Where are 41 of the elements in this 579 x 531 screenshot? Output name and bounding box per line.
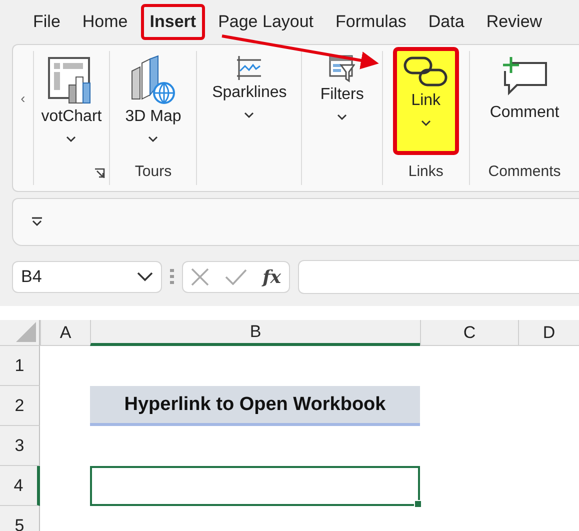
customize-toolbar-icon[interactable] — [31, 217, 43, 227]
group-label: Tours — [134, 163, 172, 182]
ribbon-button[interactable]: Link — [392, 47, 459, 155]
slicer-filter-icon — [329, 55, 356, 83]
menu-tab[interactable]: Page Layout — [209, 4, 323, 40]
column-header[interactable]: B — [90, 320, 420, 346]
ribbon-button[interactable]: votChart — [35, 51, 108, 163]
ribbon-button[interactable]: 3D Map — [119, 51, 188, 163]
sparkline-icon — [236, 55, 262, 81]
row-header[interactable]: 4 — [0, 466, 40, 506]
column-header[interactable]: A — [40, 320, 90, 346]
formula-input[interactable] — [298, 260, 579, 294]
row-header[interactable]: 1 — [0, 346, 40, 386]
buildings-globe-icon — [130, 55, 176, 105]
menu-tab[interactable]: File — [24, 4, 70, 40]
column-header[interactable]: D — [518, 320, 579, 346]
menu-tab[interactable]: Data — [419, 4, 474, 40]
ribbon-button[interactable]: Filters — [314, 51, 370, 163]
scroll-left-button[interactable]: ‹ — [13, 45, 33, 191]
row-header[interactable]: 5 — [0, 506, 40, 531]
link-icon — [402, 55, 449, 89]
row-header[interactable]: 2 — [0, 386, 40, 426]
grip-icon — [170, 269, 174, 285]
ribbon-button[interactable]: Sparklines — [206, 51, 293, 163]
group-label: Comments — [488, 163, 561, 182]
insert-function-button[interactable]: fx — [262, 266, 282, 288]
dropdown-icon[interactable] — [137, 272, 153, 282]
check-icon[interactable] — [224, 269, 247, 285]
menu-tab[interactable]: Insert — [140, 4, 206, 40]
name-box[interactable]: B4 — [12, 261, 162, 293]
cell-reference: B4 — [21, 267, 42, 287]
ribbon-button[interactable]: Comment — [484, 51, 566, 163]
row-header[interactable]: 3 — [0, 426, 40, 466]
group-label: Links — [408, 163, 444, 182]
title-cell: Hyperlink to Open Workbook — [90, 386, 420, 426]
menu-tab[interactable]: Review — [477, 4, 552, 40]
menu-tab[interactable]: Home — [73, 4, 137, 40]
column-header[interactable]: C — [420, 320, 518, 346]
menu-tab[interactable]: Formulas — [326, 4, 416, 40]
dialog-launcher-icon[interactable] — [94, 168, 106, 179]
active-cell[interactable] — [90, 466, 420, 506]
